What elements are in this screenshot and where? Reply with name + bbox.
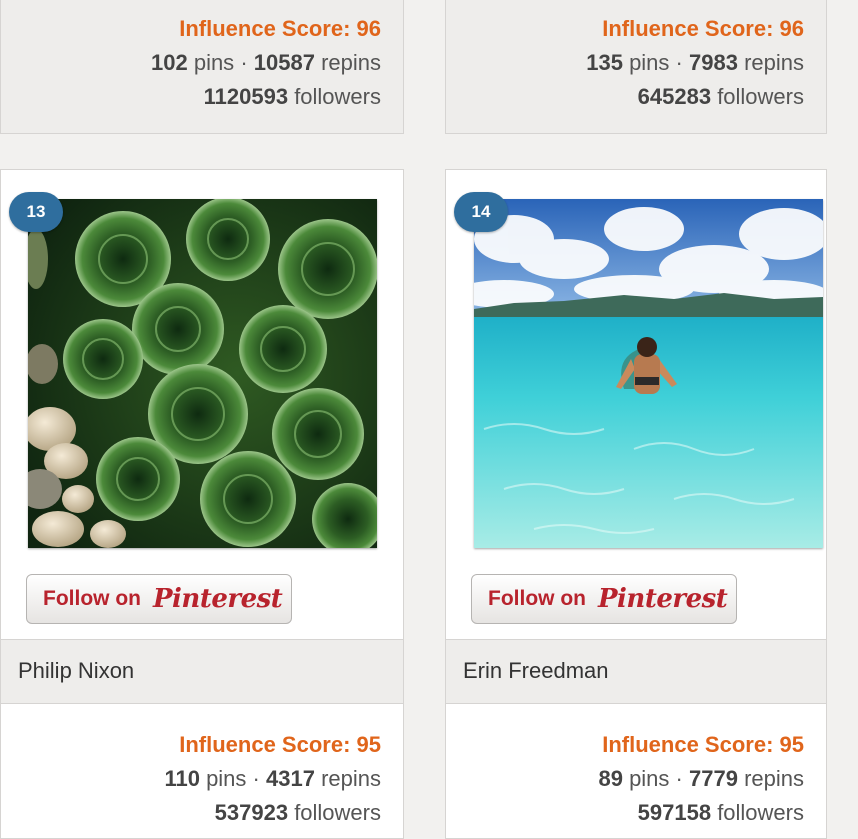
followers-count: 1120593 [203,84,289,109]
followers: 597158 followers [598,796,804,830]
repins-count: 10587 [253,50,315,75]
rank-badge: 14 [454,192,508,232]
pins-count: 135 [586,50,623,75]
pins-label: pins [206,766,247,791]
pins-label: pins [629,50,670,75]
rank-badge: 13 [9,192,63,232]
followers-label: followers [294,84,381,109]
followers-label: followers [717,84,804,109]
followers: 1120593 followers [151,80,381,114]
followers-label: followers [294,800,381,825]
repins-label: repins [744,766,804,791]
user-name[interactable]: Erin Freedman [463,658,609,684]
pins-label: pins [629,766,670,791]
followers-count: 597158 [637,800,712,825]
separator: · [675,766,683,791]
user-card-stats-top: Influence Score: 96 102 pins · 10587 rep… [0,0,404,134]
followers: 645283 followers [586,80,804,114]
repins-label: repins [321,766,381,791]
pins-label: pins [193,50,235,75]
separator: · [675,50,683,75]
followers: 537923 followers [164,796,381,830]
pins-repins: 102 pins · 10587 repins [151,46,381,80]
user-column-right: Influence Score: 96 135 pins · 7983 repi… [445,0,827,839]
follow-label: Follow on [488,587,586,610]
repins-count: 7983 [689,50,738,75]
followers-count: 537923 [214,800,289,825]
pins-repins: 135 pins · 7983 repins [586,46,804,80]
pins-count: 89 [598,766,623,791]
user-card: 14 Follow on Pinterest Erin Freedman Inf… [445,169,827,839]
pins-count: 110 [164,766,200,791]
follow-on-pinterest-button[interactable]: Follow on Pinterest [471,574,737,624]
separator: · [240,50,248,75]
user-name-row[interactable]: Erin Freedman [446,639,826,704]
user-name[interactable]: Philip Nixon [18,658,134,684]
influence-score: Influence Score: 96 [602,16,804,41]
follow-label: Follow on [43,587,141,610]
followers-label: followers [717,800,804,825]
influence-score: Influence Score: 95 [179,732,381,757]
stats-block: Influence Score: 95 110 pins · 4317 repi… [164,728,381,830]
user-name-row[interactable]: Philip Nixon [1,639,403,704]
stats-block: Influence Score: 95 89 pins · 7779 repin… [598,728,804,830]
user-column-left: Influence Score: 96 102 pins · 10587 rep… [0,0,404,839]
repins-label: repins [321,50,381,75]
pins-repins: 89 pins · 7779 repins [598,762,804,796]
woman-in-turquoise-sea-photo[interactable] [474,199,823,548]
separator: · [252,766,260,791]
pins-count: 102 [150,50,188,75]
influence-score: Influence Score: 96 [179,16,381,41]
stats-block: Influence Score: 96 135 pins · 7983 repi… [586,12,804,114]
repins-count: 4317 [266,766,315,791]
pinterest-logo: Pinterest [152,584,283,614]
pins-repins: 110 pins · 4317 repins [164,762,381,796]
repins-label: repins [744,50,804,75]
influence-score: Influence Score: 95 [602,732,804,757]
stats-block: Influence Score: 96 102 pins · 10587 rep… [151,12,381,114]
followers-count: 645283 [637,84,712,109]
pinterest-logo: Pinterest [597,584,728,614]
user-card: 13 Follow on Pinterest Philip Nixon Infl… [0,169,404,839]
succulent-plants-photo[interactable] [28,199,377,548]
user-card-stats-top: Influence Score: 96 135 pins · 7983 repi… [445,0,827,134]
follow-on-pinterest-button[interactable]: Follow on Pinterest [26,574,292,624]
repins-count: 7779 [689,766,738,791]
